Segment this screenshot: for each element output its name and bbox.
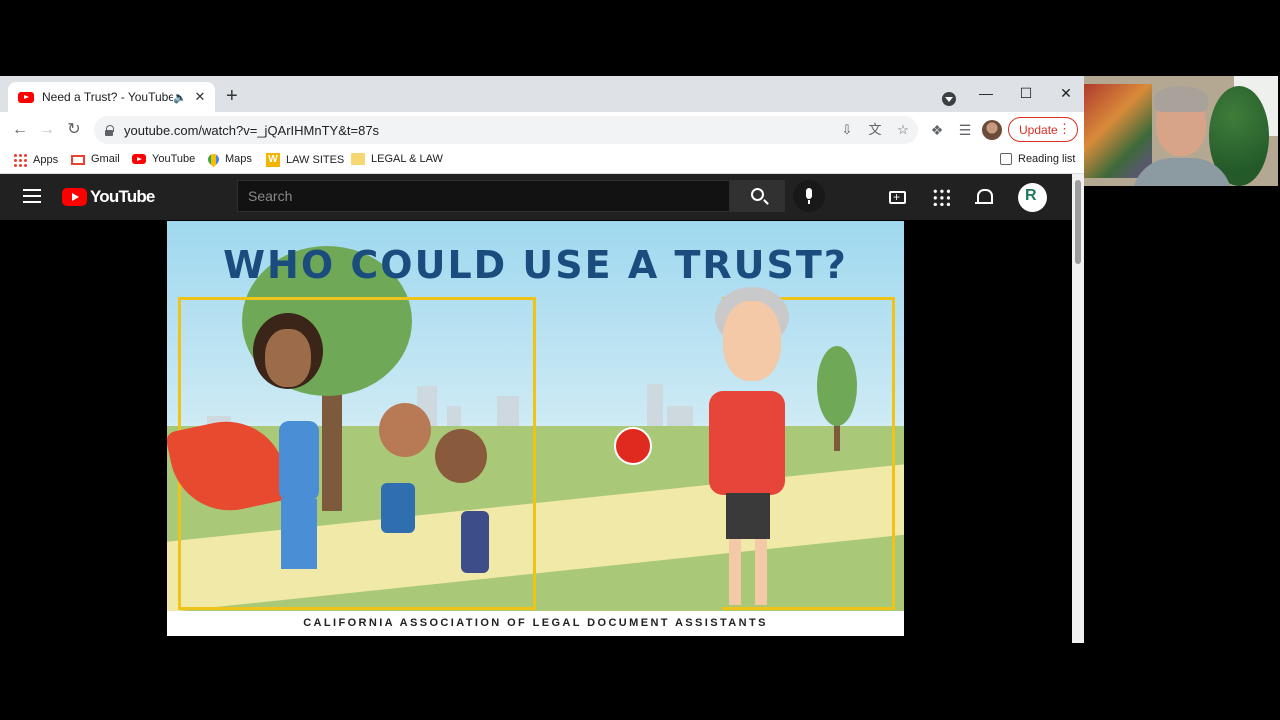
bookmark-label: Maps [225, 153, 252, 165]
video-title-text: WHO COULD USE A TRUST? [223, 243, 848, 287]
video-player[interactable]: WHO COULD USE A TRUST? CALIFORNIA ASSOCI… [167, 221, 904, 636]
bookmark-label: LAW SITES [286, 154, 345, 166]
install-app-icon[interactable]: ⇩ [838, 121, 856, 139]
menu-hamburger-icon[interactable] [23, 189, 41, 203]
more-menu-icon[interactable]: ⋮ [1058, 121, 1071, 137]
folder-icon [351, 153, 365, 165]
forward-arrow-icon[interactable]: → [35, 118, 59, 142]
bookmark-label: YouTube [152, 153, 196, 165]
browser-toolbar: ← → ↻ youtube.com/watch?v=_jQArIHMnTY&t=… [0, 112, 1084, 148]
w-icon: W [266, 153, 280, 167]
video-girl-head [435, 429, 487, 483]
bookmark-legal-law[interactable]: LEGAL & LAW [351, 153, 443, 165]
search-icon [751, 188, 764, 201]
youtube-header: YouTube Search [0, 174, 1072, 220]
bookmark-apps[interactable]: Apps [13, 153, 58, 167]
new-tab-button[interactable]: + [226, 86, 238, 106]
video-woman-legs [281, 499, 317, 569]
video-footer-text: CALIFORNIA ASSOCIATION OF LEGAL DOCUMENT… [167, 611, 904, 636]
translate-icon[interactable]: 文 [866, 121, 884, 139]
close-window-button[interactable]: ✕ [1046, 80, 1084, 106]
youtube-logo[interactable]: YouTube [62, 187, 155, 207]
reading-list-icon [1000, 153, 1012, 165]
notifications-bell-icon[interactable] [974, 188, 994, 208]
voice-search-mic-icon[interactable] [793, 180, 825, 212]
youtube-play-logo-icon [62, 188, 87, 206]
media-control-icon[interactable]: ☰ [955, 120, 975, 140]
page-scrollbar[interactable] [1072, 174, 1084, 643]
account-avatar[interactable] [1018, 183, 1047, 212]
video-boy-head [379, 403, 431, 457]
url-text: youtube.com/watch?v=_jQArIHMnTY&t=87s [124, 122, 380, 138]
tab-search-icon[interactable] [942, 92, 956, 106]
extensions-puzzle-icon[interactable]: ❖ [927, 120, 947, 140]
bookmark-gmail[interactable]: Gmail [71, 153, 120, 165]
youtube-logo-text: YouTube [90, 187, 155, 206]
bookmark-maps[interactable]: Maps [205, 151, 252, 167]
minimize-button[interactable]: — [966, 80, 1006, 106]
browser-window: Need a Trust? - YouTube 🔈 ✕ + — ☐ ✕ ← → … [0, 76, 1084, 643]
webcam-person-hair [1154, 86, 1208, 112]
tab-close-icon[interactable]: ✕ [193, 89, 207, 105]
webcam-wall-painting [1084, 84, 1152, 178]
reload-icon[interactable]: ↻ [62, 118, 86, 142]
audio-playing-icon[interactable]: 🔈 [173, 91, 187, 104]
bookmark-label: LEGAL & LAW [371, 153, 443, 165]
video-woman-body [279, 421, 319, 501]
video-tennis-ball [614, 427, 652, 465]
gmail-icon [71, 155, 85, 165]
update-label: Update [1019, 122, 1058, 137]
webcam-overlay [1084, 76, 1278, 186]
update-button[interactable]: Update ⋮ [1008, 117, 1078, 142]
youtube-favicon-icon [18, 91, 34, 103]
video-man-leg-left [729, 539, 741, 605]
lock-icon[interactable] [104, 124, 114, 136]
scrollbar-thumb[interactable] [1075, 180, 1081, 264]
screen: Need a Trust? - YouTube 🔈 ✕ + — ☐ ✕ ← → … [0, 0, 1280, 720]
bookmark-label: Apps [33, 154, 59, 166]
create-video-icon[interactable] [889, 189, 906, 205]
tab-active[interactable]: Need a Trust? - YouTube 🔈 ✕ [8, 82, 215, 112]
maps-icon [205, 151, 222, 167]
reading-list-button[interactable]: Reading list [1000, 153, 1075, 165]
video-man-shirt [709, 391, 785, 495]
youtube-page: YouTube Search + R WHO COULD USE A TRUST… [0, 174, 1072, 643]
youtube-icon [132, 154, 146, 164]
maximize-button[interactable]: ☐ [1006, 80, 1046, 106]
back-arrow-icon[interactable]: ← [8, 118, 32, 142]
address-bar[interactable]: youtube.com/watch?v=_jQArIHMnTY&t=87s ⇩ … [94, 116, 918, 144]
video-woman-head [265, 329, 311, 387]
video-man-shorts [726, 493, 770, 539]
video-boy-body [381, 483, 415, 533]
tab-strip: Need a Trust? - YouTube 🔈 ✕ + — ☐ ✕ [0, 76, 1084, 112]
profile-avatar[interactable] [982, 120, 1002, 140]
search-input[interactable]: Search [237, 180, 730, 212]
bookmark-youtube[interactable]: YouTube [132, 153, 195, 165]
bookmark-law-sites[interactable]: W LAW SITES [266, 153, 344, 167]
bookmark-label: Gmail [91, 153, 120, 165]
tab-title: Need a Trust? - YouTube [42, 90, 173, 104]
apps-grid-icon[interactable] [932, 188, 950, 206]
search-button[interactable] [730, 180, 785, 212]
video-man-head [723, 301, 781, 381]
bookmarks-bar: Apps Gmail YouTube Maps W LAW SITES LEGA… [0, 148, 1084, 174]
video-man-leg-right [755, 539, 767, 605]
video-girl-body [461, 511, 489, 573]
bookmark-star-icon[interactable]: ☆ [894, 121, 912, 139]
apps-grid-icon [13, 153, 27, 167]
reading-list-label: Reading list [1018, 153, 1076, 165]
